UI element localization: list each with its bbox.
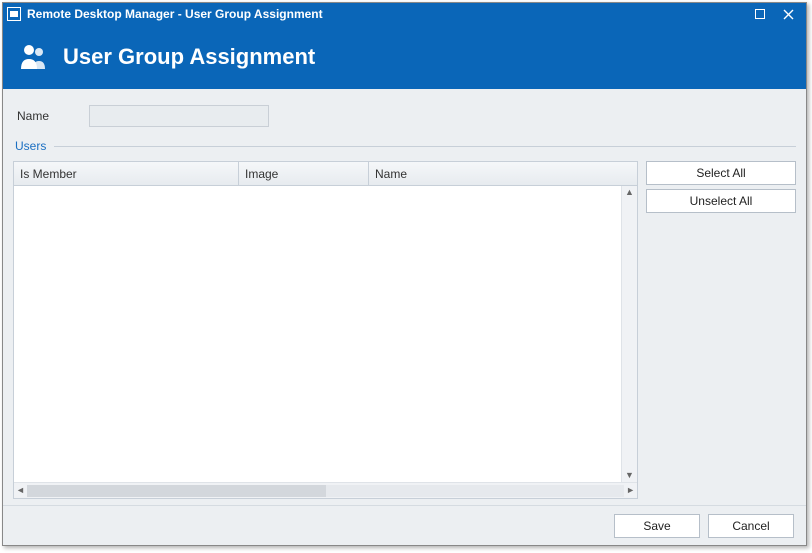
maximize-icon bbox=[755, 9, 765, 19]
name-label: Name bbox=[17, 109, 49, 123]
dialog-content: Name Users Is Member Image Name ▲ ▼ bbox=[3, 89, 806, 505]
table-header: Is Member Image Name bbox=[14, 162, 637, 186]
save-button[interactable]: Save bbox=[614, 514, 700, 538]
users-table: Is Member Image Name ▲ ▼ ◄ ► bbox=[13, 161, 638, 499]
column-name[interactable]: Name bbox=[369, 162, 637, 185]
select-all-button[interactable]: Select All bbox=[646, 161, 796, 185]
vertical-scrollbar[interactable]: ▲ ▼ bbox=[621, 186, 637, 482]
name-row: Name bbox=[13, 99, 796, 137]
horizontal-scrollbar[interactable]: ◄ ► bbox=[14, 482, 637, 498]
close-icon bbox=[783, 9, 794, 20]
hscroll-thumb[interactable] bbox=[27, 485, 326, 497]
app-icon bbox=[7, 7, 21, 21]
dialog-header: User Group Assignment bbox=[3, 25, 806, 89]
users-legend-row: Users bbox=[15, 139, 796, 153]
titlebar[interactable]: Remote Desktop Manager - User Group Assi… bbox=[3, 3, 806, 25]
scroll-down-icon[interactable]: ▼ bbox=[625, 471, 634, 480]
maximize-button[interactable] bbox=[746, 3, 774, 25]
dialog-title: User Group Assignment bbox=[63, 44, 315, 70]
column-is-member[interactable]: Is Member bbox=[14, 162, 239, 185]
name-input[interactable] bbox=[89, 105, 269, 127]
users-legend: Users bbox=[15, 139, 46, 153]
users-area: Is Member Image Name ▲ ▼ ◄ ► bbox=[13, 161, 796, 499]
dialog-footer: Save Cancel bbox=[3, 505, 806, 545]
scroll-up-icon[interactable]: ▲ bbox=[625, 188, 634, 197]
window-title: Remote Desktop Manager - User Group Assi… bbox=[27, 7, 323, 21]
divider bbox=[54, 146, 796, 147]
users-icon bbox=[17, 41, 49, 73]
close-button[interactable] bbox=[774, 3, 802, 25]
scroll-left-icon[interactable]: ◄ bbox=[16, 486, 25, 495]
unselect-all-button[interactable]: Unselect All bbox=[646, 189, 796, 213]
side-buttons: Select All Unselect All bbox=[646, 161, 796, 499]
hscroll-track[interactable] bbox=[27, 485, 624, 497]
table-body[interactable] bbox=[14, 186, 621, 482]
cancel-button[interactable]: Cancel bbox=[708, 514, 794, 538]
column-image[interactable]: Image bbox=[239, 162, 369, 185]
scroll-right-icon[interactable]: ► bbox=[626, 486, 635, 495]
dialog-window: Remote Desktop Manager - User Group Assi… bbox=[2, 2, 807, 546]
